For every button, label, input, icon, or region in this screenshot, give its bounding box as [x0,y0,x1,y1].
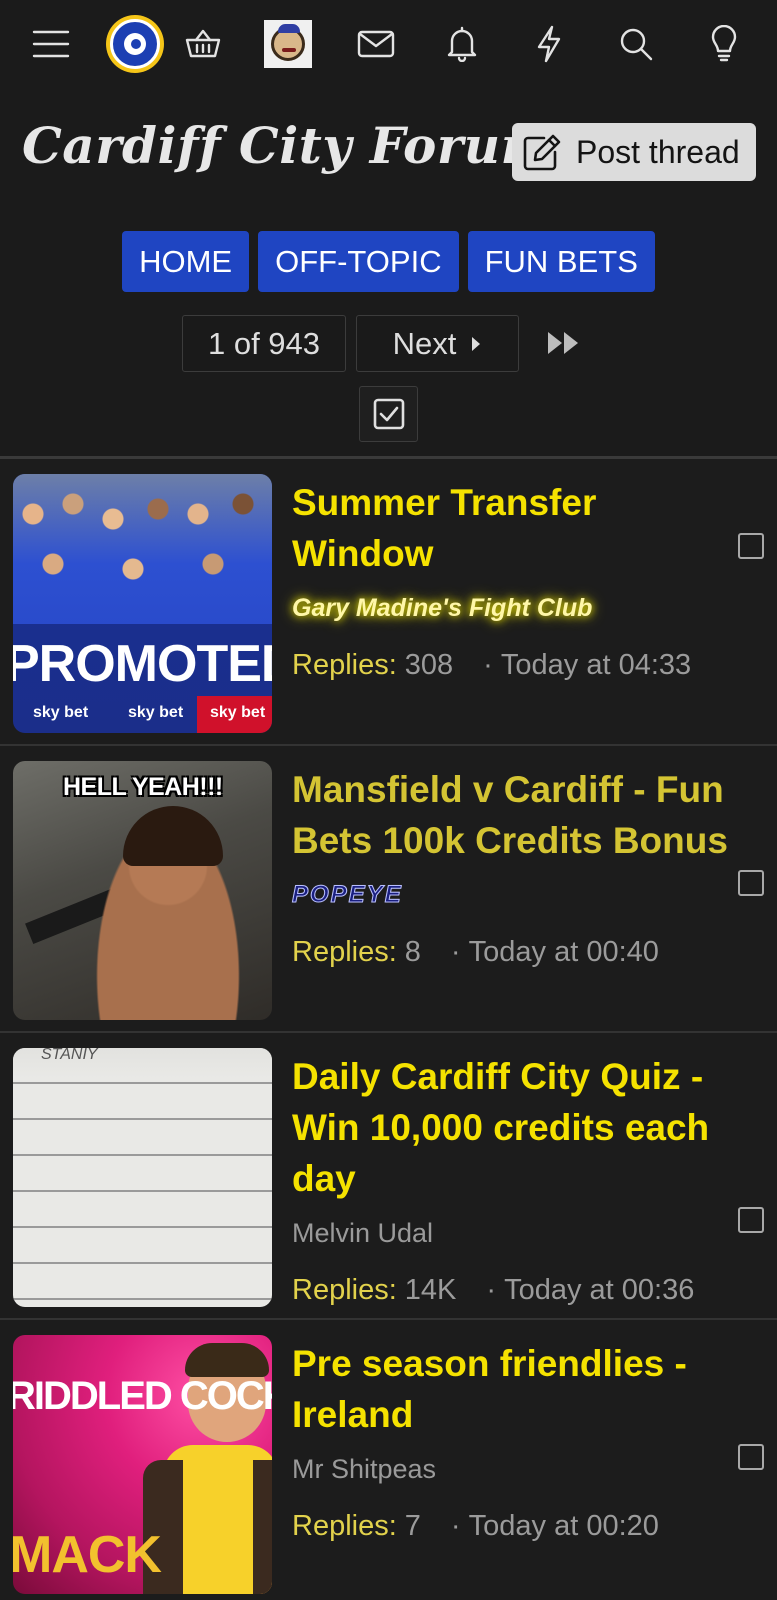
mail-icon[interactable] [350,18,402,70]
replies-count: 14K [404,1274,457,1306]
replies-label: Replies: [292,649,397,681]
breadcrumb: HOME OFF-TOPIC FUN BETS [0,231,777,292]
thread-select-checkbox[interactable] [738,1444,764,1470]
thread-item[interactable]: PROMOTED 2 sky bet sky bet sky bet Summe… [0,459,777,746]
user-avatar[interactable] [264,20,312,68]
checkbox-checked-icon [373,398,404,430]
thumbnail-caption: HELL YEAH!!! [63,773,223,801]
thread-author[interactable]: Mr Shitpeas [292,1450,747,1488]
thread-item[interactable]: HELL YEAH!!! Mansfield v Cardiff - Fun B… [0,746,777,1033]
thread-author[interactable]: POPEYE [292,876,747,914]
top-navigation [0,0,777,92]
last-post-time[interactable]: Today at 00:36 [504,1274,694,1307]
thread-title[interactable]: Daily Cardiff City Quiz - Win 10,000 cre… [292,1051,747,1204]
thread-thumbnail[interactable]: STANIY [13,1048,272,1307]
thread-meta: Replies: 8 · Today at 00:40 [292,936,659,969]
thread-meta: Replies: 308 · Today at 04:33 [292,649,692,682]
post-thread-button[interactable]: Post thread [512,123,756,181]
replies-label: Replies: [292,936,397,968]
replies-count: 8 [404,936,421,968]
thread-title[interactable]: Mansfield v Cardiff - Fun Bets 100k Cred… [292,764,747,866]
thread-meta: Replies: 7 · Today at 00:20 [292,1510,659,1543]
menu-icon[interactable] [25,18,77,70]
next-page-button[interactable]: Next [356,315,519,372]
replies-count: 308 [404,649,454,681]
thread-thumbnail[interactable]: HELL YEAH!!! [13,761,272,1020]
thread-author[interactable]: Gary Madine's Fight Club [292,589,747,627]
post-thread-label: Post thread [576,133,740,170]
lightbulb-icon[interactable] [698,18,750,70]
thread-thumbnail[interactable]: RIDDLED COCKNEY" MACK [13,1335,272,1594]
pagination: 1 of 943 Next [0,315,777,372]
thread-item[interactable]: STANIY Daily Cardiff City Quiz - Win 10,… [0,1033,777,1320]
thread-meta: Replies: 14K · Today at 00:36 [292,1274,695,1307]
thread-select-checkbox[interactable] [738,1207,764,1233]
breadcrumb-home[interactable]: HOME [122,231,250,292]
thumbnail-caption: RIDDLED COCKNEY" [13,1374,272,1418]
thread-list: PROMOTED 2 sky bet sky bet sky bet Summe… [0,456,777,1600]
thread-item[interactable]: RIDDLED COCKNEY" MACK Pre season friendl… [0,1320,777,1600]
thumbnail-caption: STANIY [41,1048,98,1063]
thread-select-checkbox[interactable] [738,870,764,896]
thumbnail-brand: sky bet [33,704,89,721]
thumbnail-brand: sky bet [210,704,266,721]
thread-select-checkbox[interactable] [738,533,764,559]
edit-icon [523,134,561,171]
caret-right-icon [472,336,481,351]
thread-title[interactable]: Summer Transfer Window [292,477,747,579]
select-threads-toggle[interactable] [359,386,418,442]
breadcrumb-off-topic[interactable]: OFF-TOPIC [258,231,459,292]
last-page-icon[interactable] [544,325,584,361]
search-icon[interactable] [610,18,662,70]
page-jump[interactable]: 1 of 943 [182,315,346,372]
thread-author[interactable]: Melvin Udal [292,1214,747,1252]
replies-label: Replies: [292,1274,397,1306]
page-title: Cardiff City Forum [22,116,554,175]
thread-title[interactable]: Pre season friendlies - Ireland [292,1338,747,1440]
breadcrumb-fun-bets[interactable]: FUN BETS [467,231,655,292]
basket-icon[interactable] [177,18,229,70]
last-post-time[interactable]: Today at 00:40 [469,936,659,969]
bolt-icon[interactable] [523,18,575,70]
thumbnail-caption: MACK [13,1526,162,1584]
next-label: Next [392,325,457,361]
site-logo[interactable] [106,15,164,73]
last-post-time[interactable]: Today at 04:33 [501,649,691,682]
thumbnail-caption: PROMOTED 2 [13,635,272,693]
thumbnail-brand: sky bet [128,704,184,721]
last-post-time[interactable]: Today at 00:20 [469,1510,659,1543]
replies-label: Replies: [292,1510,397,1542]
bell-icon[interactable] [436,18,488,70]
thread-thumbnail[interactable]: PROMOTED 2 sky bet sky bet sky bet [13,474,272,733]
replies-count: 7 [404,1510,421,1542]
